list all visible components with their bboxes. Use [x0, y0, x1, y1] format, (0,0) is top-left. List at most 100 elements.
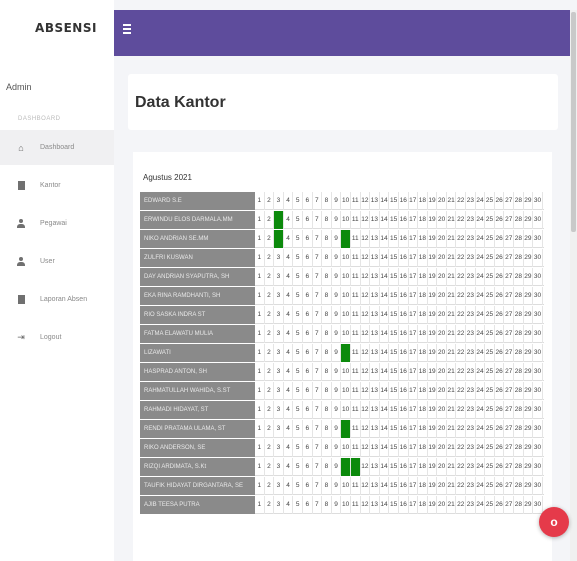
day-cell: 26: [495, 401, 505, 419]
day-cell: 6: [303, 211, 313, 229]
day-cell: 24: [476, 401, 486, 419]
day-cell: 16: [399, 420, 409, 438]
day-cell: 9: [332, 230, 342, 248]
day-cell: 9: [332, 420, 342, 438]
day-cell: 15: [389, 458, 399, 476]
day-cell: 18: [418, 401, 428, 419]
hamburger-menu-icon[interactable]: [123, 24, 131, 34]
day-cell: 1: [255, 382, 265, 400]
day-cell: 30: [533, 458, 543, 476]
day-cell: 15: [389, 401, 399, 419]
day-cell: 16: [399, 230, 409, 248]
employee-name: RIO SASKA INDRA ST: [140, 306, 255, 324]
day-cell: 24: [476, 192, 486, 210]
day-cell: 20: [437, 458, 447, 476]
day-cell: 26: [495, 363, 505, 381]
day-cell: 19: [428, 211, 438, 229]
day-cells: 1 2 3 4 5 6 7 8 9 10 11 12 13 14 15 16 17 18 19 20 21 22 23 24 2…: [255, 192, 544, 210]
day-cell: 29: [524, 477, 534, 495]
day-cell: 8: [322, 268, 332, 286]
day-cells: 1 2 3 4 5 6 7 8 9 10 11 12 13 14 15 16 17 18 19 20 21 22 23 24 2…: [255, 420, 544, 438]
day-cell: 9: [332, 249, 342, 267]
day-cell: 28: [514, 192, 524, 210]
page-scrollbar-thumb[interactable]: [571, 12, 576, 232]
day-cell: 23: [466, 344, 476, 362]
day-cell: 26: [495, 211, 505, 229]
employee-name: TAUFIK HIDAYAT DIRGANTARA, SE: [140, 477, 255, 495]
day-cell: 30: [533, 230, 543, 248]
day-cell: 7: [313, 420, 323, 438]
sidebar-item-pegawai[interactable]: Pegawai: [0, 206, 114, 241]
sidebar-item-dashboard[interactable]: ⌂ Dashboard: [0, 130, 114, 165]
day-cell: 23: [466, 287, 476, 305]
day-cell: 16: [399, 458, 409, 476]
day-cell: 6: [303, 287, 313, 305]
day-cell: 5: [293, 344, 303, 362]
sidebar-item-kantor[interactable]: Kantor: [0, 168, 114, 203]
day-cell: 27: [504, 477, 515, 495]
day-cell: 8: [322, 230, 332, 248]
day-cell: 13: [370, 363, 380, 381]
day-cell: 3: [274, 477, 284, 495]
sidebar-item-user[interactable]: User: [0, 244, 114, 279]
day-cell: 15: [389, 496, 399, 514]
day-cell: 22: [456, 211, 467, 229]
day-cell: 2: [265, 363, 275, 381]
day-cell: 14: [380, 363, 390, 381]
sidebar-item-laporan-absen[interactable]: Laporan Absen: [0, 282, 114, 317]
day-cell: 10: [341, 477, 351, 495]
day-cell: 25: [485, 439, 495, 457]
home-icon: ⌂: [18, 142, 24, 153]
day-cell: 28: [514, 420, 524, 438]
day-cell: 29: [524, 458, 534, 476]
day-cell: 21: [447, 192, 457, 210]
top-navbar: [114, 10, 570, 56]
app-root: ABSENSI Admin DASHBOARD ⌂ Dashboard Kant…: [0, 0, 577, 561]
day-cell: 27: [504, 344, 515, 362]
day-cell: 10: [341, 382, 351, 400]
day-cell: 2: [265, 477, 275, 495]
day-cell: 22: [456, 268, 467, 286]
day-cell: 13: [370, 268, 380, 286]
day-cell: 1: [255, 306, 265, 324]
day-cell: 20: [437, 401, 447, 419]
day-cell: 2: [265, 439, 275, 457]
day-cells: 1 2 3 4 5 6 7 8 9 10 11 12 13 14 15 16 17 18 19 20 21 22 23 24 2…: [255, 287, 544, 305]
day-cell: 5: [293, 249, 303, 267]
day-cell: 24: [476, 268, 486, 286]
day-cell: 24: [476, 344, 486, 362]
day-cell: 8: [322, 477, 332, 495]
day-cell: 12: [361, 363, 371, 381]
day-cell: 16: [399, 382, 409, 400]
day-cell: 7: [313, 401, 323, 419]
day-cells: 1 2 3 4 5 6 7 8 9 10 11 12 13 14 15 16 17 18 19 20 21 22 23 24 2…: [255, 230, 544, 248]
day-cell: 18: [418, 363, 428, 381]
day-cell: 18: [418, 420, 428, 438]
day-cell: 21: [447, 306, 457, 324]
day-cell: 13: [370, 477, 380, 495]
day-cell: 2: [265, 344, 275, 362]
day-cell: 3: [274, 382, 284, 400]
attendance-row: FATMA ELAWATU MULIA 1 2 3 4 5 6 7 8 9 10 11 12 13 14 15…: [140, 325, 544, 343]
day-cell: 10: [341, 363, 351, 381]
day-cell: 6: [303, 268, 313, 286]
day-cell: 5: [293, 382, 303, 400]
day-cell: 25: [485, 211, 495, 229]
day-cell: 7: [313, 211, 323, 229]
floating-action-button[interactable]: o: [539, 507, 569, 537]
day-cells: 1 2 3 4 5 6 7 8 9 10 11 12 13 14 15 16 17 18 19 20 21 22 23 24 2…: [255, 325, 544, 343]
day-cell: 7: [313, 458, 323, 476]
sidebar-item-logout[interactable]: ⇥ Logout: [0, 320, 114, 355]
day-cell: 22: [456, 249, 467, 267]
day-cell: 17: [409, 325, 419, 343]
day-cell: 7: [313, 249, 323, 267]
day-cell: 16: [399, 363, 409, 381]
day-cell: 12: [361, 477, 371, 495]
day-cell: 10: [341, 306, 351, 324]
day-cell: 25: [485, 477, 495, 495]
attendance-row: LIZAWATI 1 2 3 4 5 6 7 8 9 10 11 12 13 14 15 16 17 18 19 20 2…: [140, 344, 544, 362]
day-cells: 1 2 3 4 5 6 7 8 9 10 11 12 13 14 15 16 17 18 19 20 21 22 23 24 2…: [255, 306, 544, 324]
day-cell-present: 10: [341, 230, 351, 248]
attendance-row: RAHMATULLAH WAHIDA, S.ST 1 2 3 4 5 6 7 8 9 10 11 12 1…: [140, 382, 544, 400]
day-cell: 10: [341, 192, 351, 210]
